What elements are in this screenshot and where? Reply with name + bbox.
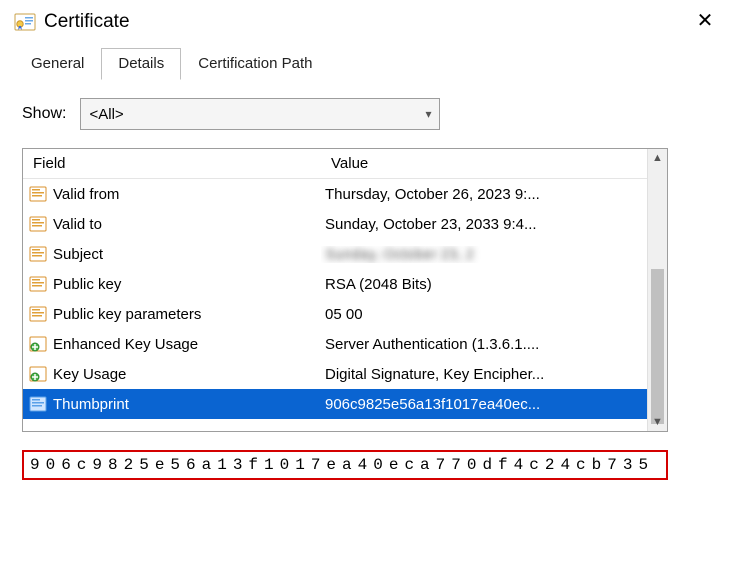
field-label: Valid from: [53, 186, 119, 203]
field-value: Sunday, October 23, 2033 9:4...: [321, 216, 647, 233]
property-icon: [29, 185, 47, 203]
details-tabpage: Show: <All> ▾ Field Value: [0, 80, 729, 480]
field-value: 05 00: [321, 306, 647, 323]
scroll-down-icon[interactable]: ▼: [648, 413, 667, 431]
tab-certification-path[interactable]: Certification Path: [181, 48, 329, 80]
field-value: Thursday, October 26, 2023 9:...: [321, 186, 647, 203]
chevron-down-icon: ▾: [425, 107, 431, 121]
list-header: Field Value: [23, 149, 647, 179]
show-label: Show:: [22, 105, 66, 123]
show-filter-combobox[interactable]: <All> ▾: [80, 98, 440, 130]
property-icon: [29, 305, 47, 323]
row-public-key[interactable]: Public key RSA (2048 Bits): [23, 269, 647, 299]
column-header-value[interactable]: Value: [321, 155, 647, 172]
field-label: Public key parameters: [53, 306, 201, 323]
window-title: Certificate: [44, 11, 693, 33]
certificate-dialog: Certificate ✕ General Details Certificat…: [0, 0, 729, 586]
close-icon[interactable]: ✕: [693, 10, 717, 34]
row-enhanced-key-usage[interactable]: Enhanced Key Usage Server Authentication…: [23, 329, 647, 359]
show-filter-value: <All>: [89, 106, 123, 123]
scroll-thumb[interactable]: [651, 269, 664, 424]
property-icon: [29, 395, 47, 413]
field-value: RSA (2048 Bits): [321, 276, 647, 293]
property-icon: [29, 275, 47, 293]
field-label: Subject: [53, 246, 103, 263]
extension-icon: [29, 365, 47, 383]
field-value: Sunday, October 23, 2: [321, 246, 647, 263]
tab-details[interactable]: Details: [101, 48, 181, 80]
tab-strip: General Details Certification Path: [0, 46, 729, 80]
field-label: Key Usage: [53, 366, 126, 383]
field-label: Thumbprint: [53, 396, 129, 413]
detail-value-panel: 906c9825e56a13f1017ea40eca770df4c24cb735: [22, 450, 668, 480]
show-filter-row: Show: <All> ▾: [22, 98, 707, 130]
field-label: Enhanced Key Usage: [53, 336, 198, 353]
fields-listview: Field Value Valid from Thursday, October…: [22, 148, 668, 432]
field-label: Valid to: [53, 216, 102, 233]
field-value: Digital Signature, Key Encipher...: [321, 366, 647, 383]
row-valid-from[interactable]: Valid from Thursday, October 26, 2023 9:…: [23, 179, 647, 209]
field-label: Public key: [53, 276, 121, 293]
thumbprint-full-value[interactable]: 906c9825e56a13f1017ea40eca770df4c24cb735: [22, 450, 668, 480]
row-subject[interactable]: Subject Sunday, October 23, 2: [23, 239, 647, 269]
row-valid-to[interactable]: Valid to Sunday, October 23, 2033 9:4...: [23, 209, 647, 239]
row-thumbprint[interactable]: Thumbprint 906c9825e56a13f1017ea40ec...: [23, 389, 647, 419]
certificate-icon: [14, 13, 36, 31]
scroll-up-icon[interactable]: ▲: [648, 149, 667, 167]
tab-general[interactable]: General: [14, 48, 101, 80]
property-icon: [29, 215, 47, 233]
list-scrollbar[interactable]: ▲ ▼: [647, 149, 667, 431]
field-value: Server Authentication (1.3.6.1....: [321, 336, 647, 353]
row-public-key-parameters[interactable]: Public key parameters 05 00: [23, 299, 647, 329]
row-key-usage[interactable]: Key Usage Digital Signature, Key Enciphe…: [23, 359, 647, 389]
column-header-field[interactable]: Field: [23, 155, 321, 172]
extension-icon: [29, 335, 47, 353]
titlebar: Certificate ✕: [0, 0, 729, 46]
property-icon: [29, 245, 47, 263]
field-value: 906c9825e56a13f1017ea40ec...: [321, 396, 647, 413]
